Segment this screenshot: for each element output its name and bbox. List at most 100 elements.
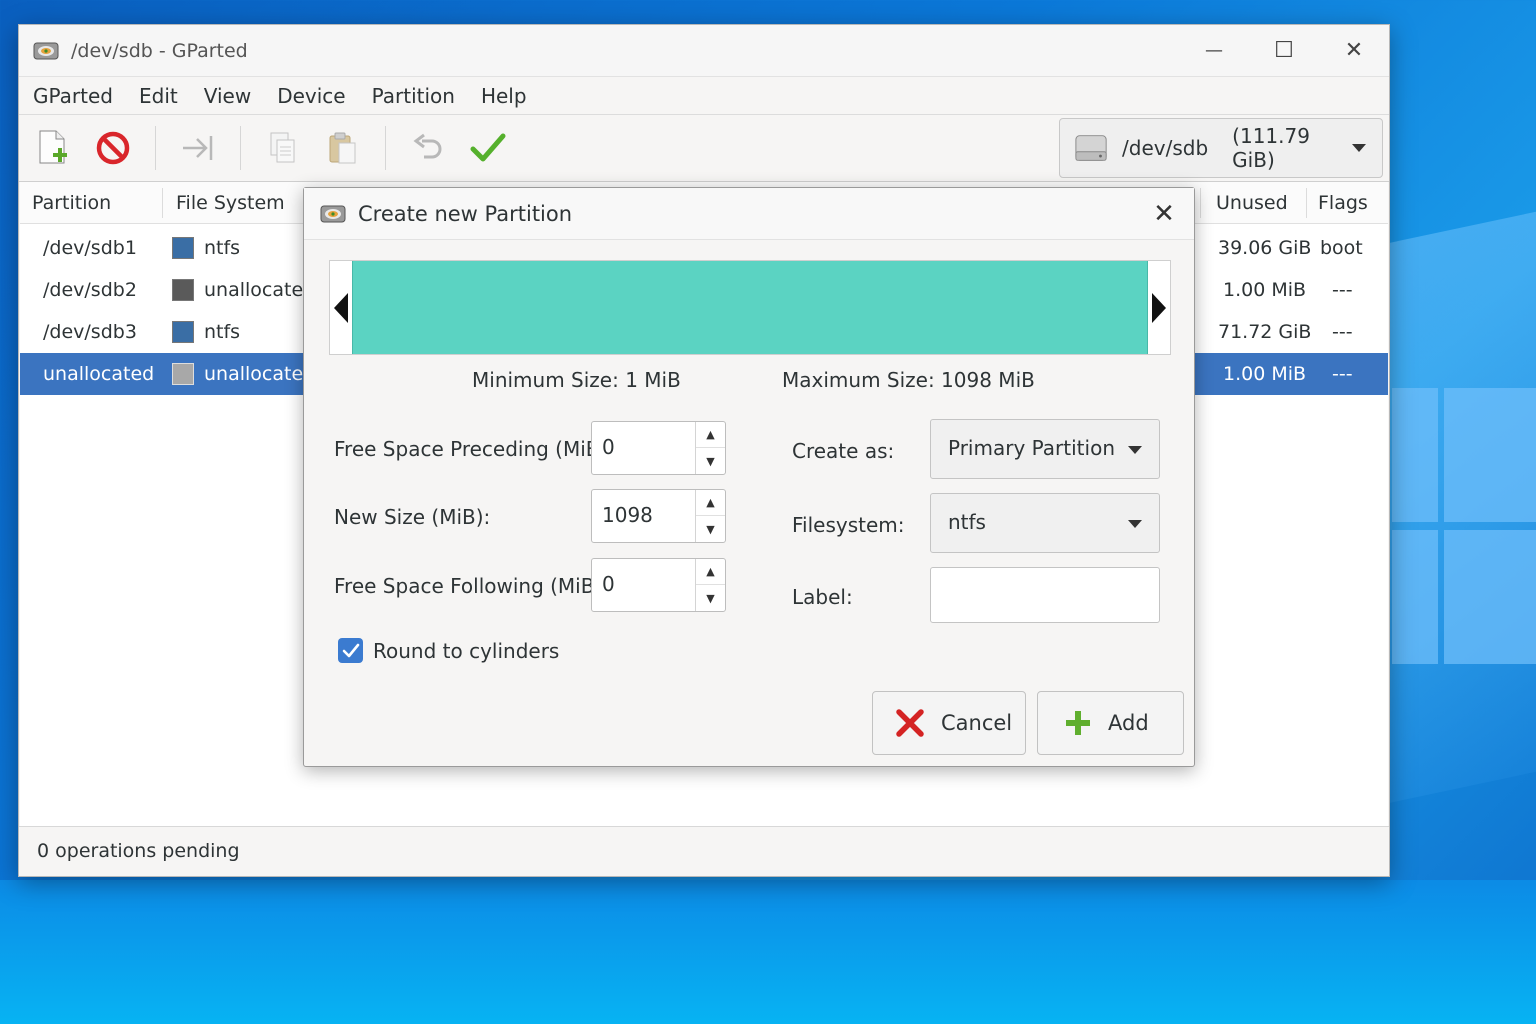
- menu-view[interactable]: View: [191, 84, 264, 108]
- column-header-flags[interactable]: Flags: [1318, 182, 1368, 224]
- increment-button[interactable]: ▲: [696, 559, 725, 585]
- checkmark-icon: [342, 643, 359, 657]
- new-partition-icon: [39, 130, 67, 164]
- apply-icon: [470, 133, 506, 162]
- add-button-label: Add: [1108, 711, 1149, 735]
- close-icon: ✕: [1153, 199, 1175, 229]
- free-space-following-value: 0: [602, 572, 615, 596]
- flags-cell: ---: [1332, 321, 1353, 343]
- menu-edit[interactable]: Edit: [126, 84, 191, 108]
- resize-move-button[interactable]: [168, 123, 228, 173]
- window-title: /dev/sdb - GParted: [71, 39, 248, 62]
- flags-cell: boot: [1320, 237, 1363, 259]
- device-selector[interactable]: /dev/sdb (111.79 GiB): [1059, 118, 1383, 178]
- column-header-partition[interactable]: Partition: [32, 182, 111, 224]
- minimum-size-text: Minimum Size: 1 MiB: [472, 368, 681, 392]
- status-bar: 0 operations pending: [19, 826, 1389, 876]
- column-divider: [1306, 188, 1307, 218]
- device-size: (111.79 GiB): [1232, 124, 1310, 172]
- add-button[interactable]: Add: [1037, 691, 1184, 755]
- partition-cell: /dev/sdb2: [43, 279, 137, 301]
- close-button[interactable]: ✕: [1319, 25, 1389, 76]
- maximize-icon: ☐: [1274, 38, 1294, 63]
- column-header-filesystem[interactable]: File System: [176, 182, 285, 224]
- partition-cell: unallocated: [43, 363, 155, 385]
- unused-cell: 39.06 GiB: [1218, 237, 1312, 259]
- apply-button[interactable]: [458, 123, 518, 173]
- free-space-preceding-value: 0: [602, 435, 615, 459]
- cancel-icon: [896, 709, 924, 737]
- menu-help[interactable]: Help: [468, 84, 540, 108]
- menu-device[interactable]: Device: [264, 84, 358, 108]
- filesystem-cell: ntfs: [204, 237, 241, 259]
- paste-icon: [329, 132, 356, 164]
- filesystem-swatch: [172, 237, 194, 259]
- resize-right-handle[interactable]: [1152, 293, 1166, 323]
- paste-button[interactable]: [313, 123, 373, 173]
- free-space-following-label: Free Space Following (MiB):: [334, 574, 609, 598]
- decrement-button[interactable]: ▼: [696, 448, 725, 474]
- round-to-cylinders-checkbox[interactable]: [338, 638, 363, 663]
- menu-bar: GParted Edit View Device Partition Help: [19, 77, 1389, 115]
- toolbar-separator: [385, 126, 386, 170]
- dialog-title: Create new Partition: [358, 201, 573, 226]
- desktop-background: [0, 880, 1536, 1024]
- partition-size-bar[interactable]: [352, 261, 1148, 354]
- menu-gparted[interactable]: GParted: [19, 84, 126, 108]
- filesystem-cell: ntfs: [204, 321, 241, 343]
- free-space-preceding-label: Free Space Preceding (MiB):: [334, 437, 615, 461]
- create-partition-dialog: Create new Partition ✕ Minimum Size: 1 M…: [303, 187, 1195, 767]
- create-as-dropdown[interactable]: Primary Partition: [930, 419, 1160, 479]
- copy-icon: [270, 132, 295, 163]
- increment-button[interactable]: ▲: [696, 490, 725, 516]
- column-header-unused[interactable]: Unused: [1216, 182, 1288, 224]
- filesystem-dropdown[interactable]: ntfs: [930, 493, 1160, 553]
- gparted-app-icon: [33, 42, 59, 59]
- filesystem-swatch: [172, 363, 194, 385]
- dialog-title-bar[interactable]: Create new Partition: [304, 188, 1194, 240]
- dialog-close-button[interactable]: ✕: [1150, 200, 1178, 228]
- gparted-app-icon: [320, 205, 346, 222]
- unused-cell: 1.00 MiB: [1223, 279, 1307, 301]
- chevron-down-icon: [1128, 520, 1142, 528]
- delete-button[interactable]: [83, 123, 143, 173]
- new-size-spinner[interactable]: 1098 ▲ ▼: [591, 489, 726, 543]
- undo-button[interactable]: [398, 123, 458, 173]
- menu-partition[interactable]: Partition: [359, 84, 468, 108]
- chevron-down-icon: [1128, 446, 1142, 454]
- cancel-button[interactable]: Cancel: [872, 691, 1026, 755]
- create-as-label: Create as:: [792, 439, 895, 463]
- device-name: /dev/sdb: [1122, 136, 1209, 160]
- increment-button[interactable]: ▲: [696, 422, 725, 448]
- new-size-value: 1098: [602, 503, 653, 527]
- new-size-label: New Size (MiB):: [334, 505, 491, 529]
- filesystem-value: ntfs: [948, 510, 986, 534]
- flags-cell: ---: [1332, 363, 1353, 385]
- maximize-button[interactable]: ☐: [1249, 25, 1319, 76]
- copy-button[interactable]: [253, 123, 313, 173]
- decrement-button[interactable]: ▼: [696, 585, 725, 611]
- undo-icon: [413, 133, 442, 159]
- partition-label-input[interactable]: [930, 567, 1160, 623]
- toolbar-separator: [155, 126, 156, 170]
- new-partition-button[interactable]: [23, 123, 83, 173]
- cancel-button-label: Cancel: [941, 711, 1013, 735]
- resize-left-handle[interactable]: [334, 293, 348, 323]
- label-field-label: Label:: [792, 585, 853, 609]
- flags-cell: ---: [1332, 279, 1353, 301]
- decrement-button[interactable]: ▼: [696, 516, 725, 542]
- column-divider: [162, 188, 163, 218]
- create-as-value: Primary Partition: [948, 436, 1115, 460]
- unused-cell: 1.00 MiB: [1223, 363, 1307, 385]
- toolbar: /dev/sdb (111.79 GiB): [19, 115, 1389, 182]
- free-space-following-spinner[interactable]: 0 ▲ ▼: [591, 558, 726, 612]
- free-space-preceding-spinner[interactable]: 0 ▲ ▼: [591, 421, 726, 475]
- unused-cell: 71.72 GiB: [1218, 321, 1312, 343]
- minimize-button[interactable]: —: [1179, 25, 1249, 76]
- partition-resizer[interactable]: [329, 260, 1171, 355]
- filesystem-cell: unallocated: [204, 363, 316, 385]
- chevron-down-icon: [1352, 144, 1366, 152]
- filesystem-swatch: [172, 279, 194, 301]
- round-to-cylinders-label[interactable]: Round to cylinders: [373, 639, 559, 663]
- title-bar[interactable]: /dev/sdb - GParted — ☐ ✕: [19, 25, 1389, 77]
